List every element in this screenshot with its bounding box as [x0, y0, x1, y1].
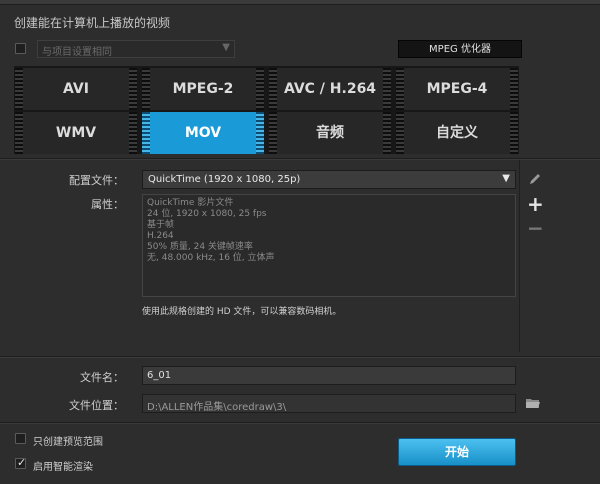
- format-tile-avc-h264[interactable]: AVC / H.264: [269, 68, 391, 110]
- section-divider: [0, 158, 600, 160]
- plus-icon[interactable]: +: [527, 194, 544, 214]
- format-tile-custom[interactable]: 自定义: [396, 112, 518, 154]
- section-divider: [0, 356, 600, 358]
- property-line: 基于帧: [147, 220, 175, 230]
- chevron-down-icon: ▼: [502, 173, 510, 184]
- smart-render-label: 启用智能渲染: [33, 462, 93, 473]
- minus-icon[interactable]: −: [527, 218, 544, 238]
- dialog-title: 创建能在计算机上播放的视频: [14, 16, 171, 30]
- profile-value: QuickTime (1920 x 1080, 25p): [148, 174, 301, 185]
- property-line: 无, 48.000 kHz, 16 位, 立体声: [147, 253, 275, 263]
- format-tile-mpeg2[interactable]: MPEG-2: [142, 68, 264, 110]
- vertical-divider: [519, 160, 520, 352]
- project-settings-text: 与项目设置相同: [42, 47, 112, 58]
- folder-icon[interactable]: [525, 395, 541, 414]
- profile-description: 使用此规格创建的 HD 文件，可以兼容数码相机。: [142, 307, 342, 317]
- project-settings-dropdown: 与项目设置相同 ▼: [37, 40, 235, 58]
- format-tile-mpeg4[interactable]: MPEG-4: [396, 68, 518, 110]
- top-border: [0, 0, 600, 5]
- filename-label: 文件名：: [80, 371, 124, 384]
- filename-input[interactable]: 6_01: [142, 366, 516, 385]
- location-input[interactable]: D:\ALLEN作品集\coredraw\3\: [142, 394, 516, 413]
- location-label: 文件位置：: [69, 399, 124, 412]
- format-grid: AVI MPEG-2 AVC / H.264 MPEG-4 WMV MOV 音频…: [14, 66, 519, 154]
- section-divider: [0, 422, 600, 424]
- preview-range-checkbox[interactable]: [15, 433, 26, 444]
- properties-box: QuickTime 影片文件 24 位, 1920 x 1080, 25 fps…: [142, 194, 516, 297]
- format-tile-audio[interactable]: 音频: [269, 112, 391, 154]
- property-line: H.264: [147, 231, 174, 241]
- property-line: QuickTime 影片文件: [147, 198, 234, 208]
- mpeg-optimizer-button[interactable]: MPEG 优化器: [398, 40, 522, 58]
- property-line: 50% 质量, 24 关键帧速率: [147, 242, 253, 252]
- project-settings-checkbox[interactable]: [15, 43, 26, 54]
- format-tile-avi[interactable]: AVI: [15, 68, 137, 110]
- property-line: 24 位, 1920 x 1080, 25 fps: [147, 209, 267, 219]
- start-button[interactable]: 开始: [398, 438, 516, 466]
- profile-label: 配置文件：: [69, 174, 124, 187]
- preview-range-label: 只创建预览范围: [33, 437, 103, 448]
- properties-label: 属性：: [91, 198, 124, 211]
- chevron-down-icon: ▼: [222, 42, 230, 53]
- format-tile-mov[interactable]: MOV: [142, 112, 264, 154]
- check-icon: ✓: [17, 456, 27, 469]
- profile-dropdown[interactable]: QuickTime (1920 x 1080, 25p) ▼: [142, 170, 516, 189]
- pencil-icon[interactable]: [527, 172, 543, 190]
- smart-render-checkbox[interactable]: ✓: [15, 456, 27, 469]
- format-tile-wmv[interactable]: WMV: [15, 112, 137, 154]
